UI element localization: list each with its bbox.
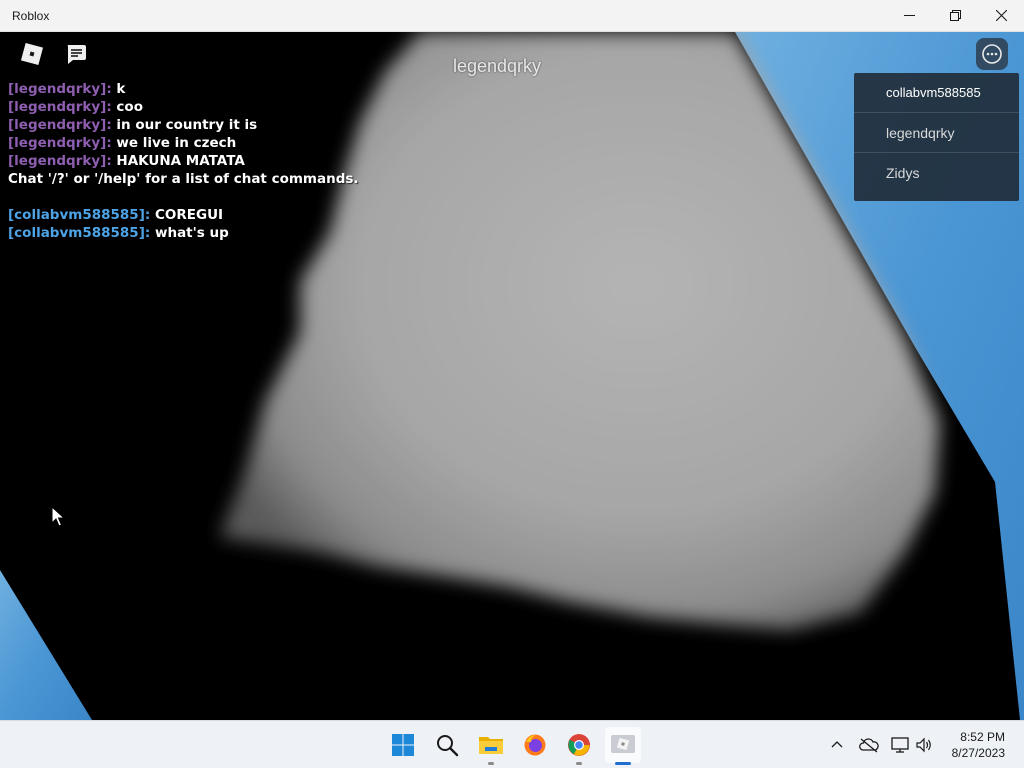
player-list-item[interactable]: legendqrky xyxy=(854,113,1019,153)
network-icon xyxy=(891,737,909,753)
mouse-cursor-icon xyxy=(51,506,65,527)
chat-sender[interactable]: [legendqrky]: xyxy=(8,99,112,115)
volume-icon xyxy=(916,737,931,753)
close-button[interactable] xyxy=(978,0,1024,32)
chat-spacer xyxy=(8,188,428,206)
onedrive-offline-icon xyxy=(859,738,879,753)
chat-sender[interactable]: [legendqrky]: xyxy=(8,135,112,151)
firefox-button[interactable] xyxy=(517,727,553,763)
chat-sender[interactable]: [legendqrky]: xyxy=(8,81,112,97)
network-button[interactable] xyxy=(890,735,910,755)
search-icon xyxy=(437,735,459,757)
chat-message: [collabvm588585]: what's up xyxy=(8,224,428,242)
show-hidden-icons-button[interactable] xyxy=(827,735,847,755)
chat-sender[interactable]: [collabvm588585]: xyxy=(8,225,150,241)
more-options-button[interactable] xyxy=(976,38,1008,70)
running-indicator xyxy=(576,762,582,765)
chat-sender[interactable]: [legendqrky]: xyxy=(8,117,112,133)
file-explorer-button[interactable] xyxy=(473,727,509,765)
firefox-icon xyxy=(524,734,546,756)
chat-message: [legendqrky]: k xyxy=(8,80,428,98)
player-list-item[interactable]: Zidys xyxy=(854,153,1019,193)
restore-icon xyxy=(949,10,961,21)
chat-message: [legendqrky]: we live in czech xyxy=(8,134,428,152)
file-explorer-icon xyxy=(479,737,503,754)
player-list-item[interactable]: collabvm588585 xyxy=(854,73,1019,113)
chat-text: coo xyxy=(116,99,143,115)
roblox-taskbar-button[interactable] xyxy=(605,727,641,765)
running-indicator xyxy=(488,762,494,765)
chrome-button[interactable] xyxy=(561,727,597,765)
onedrive-button[interactable] xyxy=(859,735,879,755)
roblox-app-icon xyxy=(611,735,635,753)
taskbar: 8:52 PM 8/27/2023 xyxy=(0,720,1024,768)
chat-text: COREGUI xyxy=(154,207,224,223)
chevron-up-icon xyxy=(831,741,843,748)
overhead-player-name: legendqrky xyxy=(452,56,542,76)
chat-text: in our country it is xyxy=(116,117,258,133)
chat-text: what's up xyxy=(154,225,229,241)
chat-sender[interactable]: [legendqrky]: xyxy=(8,153,112,169)
chat-system-message: Chat '/?' or '/help' for a list of chat … xyxy=(8,171,359,187)
active-indicator xyxy=(615,762,631,765)
ellipsis-icon xyxy=(982,44,1002,64)
chat-window: [legendqrky]: k [legendqrky]: coo [legen… xyxy=(8,80,428,242)
search-button[interactable] xyxy=(429,727,465,763)
chat-text: we live in czech xyxy=(116,135,237,151)
chat-message: [collabvm588585]: COREGUI xyxy=(8,206,428,224)
close-icon xyxy=(995,10,1007,21)
minimize-button[interactable] xyxy=(886,0,932,32)
chat-message: [legendqrky]: coo xyxy=(8,98,428,116)
chat-text: HAKUNA MATATA xyxy=(116,153,245,169)
chat-message: [legendqrky]: HAKUNA MATATA xyxy=(8,152,428,170)
window-titlebar: Roblox xyxy=(0,0,1024,32)
chrome-icon xyxy=(568,734,590,756)
clock-time: 8:52 PM xyxy=(960,730,1005,744)
restore-button[interactable] xyxy=(932,0,978,32)
player-list: collabvm588585 legendqrky Zidys xyxy=(854,73,1019,201)
window-title: Roblox xyxy=(12,8,50,23)
minimize-icon xyxy=(903,15,915,16)
chat-text: k xyxy=(116,81,126,97)
chat-sender[interactable]: [collabvm588585]: xyxy=(8,207,150,223)
volume-button[interactable] xyxy=(914,735,934,755)
game-viewport[interactable]: legendqrky [legendqrky]: k [legendqrky]:… xyxy=(0,32,1024,720)
windows-start-icon xyxy=(392,734,414,756)
start-button[interactable] xyxy=(385,727,421,763)
system-clock[interactable]: 8:52 PM 8/27/2023 xyxy=(952,729,1005,761)
chat-message: [legendqrky]: in our country it is xyxy=(8,116,428,134)
clock-date: 8/27/2023 xyxy=(951,746,1005,760)
